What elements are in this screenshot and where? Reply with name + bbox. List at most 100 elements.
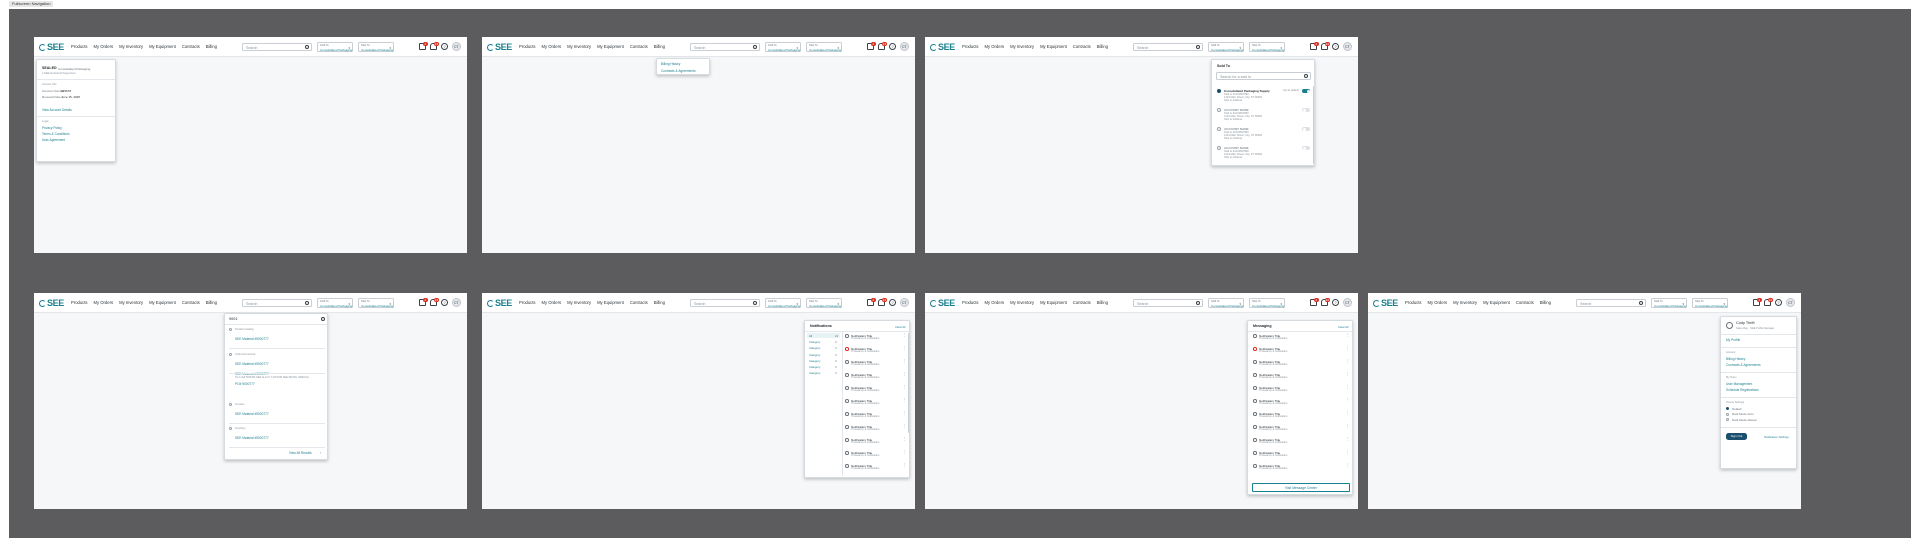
- result-link[interactable]: PO# 9000777: [235, 382, 255, 386]
- view-all-results-link[interactable]: View All Results: [289, 451, 312, 455]
- account-radio[interactable]: [1217, 146, 1221, 150]
- bell-icon[interactable]: 24: [1321, 41, 1330, 50]
- default-toggle[interactable]: [1302, 146, 1310, 150]
- account-selector[interactable]: Sold To Consolidated Packaging ▾: [1208, 298, 1244, 308]
- scrollbar[interactable]: [908, 333, 909, 433]
- more-options-icon[interactable]: ⋮: [903, 411, 907, 415]
- help-icon[interactable]: ?: [441, 43, 448, 50]
- more-options-icon[interactable]: ⋮: [903, 450, 907, 454]
- nav-item[interactable]: Billing: [1540, 299, 1551, 307]
- nav-item[interactable]: Products: [71, 299, 88, 307]
- global-search-input[interactable]: Search: [1133, 43, 1203, 51]
- more-options-icon[interactable]: ⋮: [903, 372, 907, 376]
- result-link[interactable]: SEE Material #9000777: [235, 436, 269, 440]
- account-selector[interactable]: Ship To Consolidated Packaging ▾: [1249, 42, 1285, 52]
- notification-filter[interactable]: Category: [809, 365, 820, 369]
- brand-logo[interactable]: SEE: [487, 42, 512, 52]
- default-toggle[interactable]: [1302, 108, 1310, 112]
- team-link[interactable]: User Management: [1726, 382, 1752, 386]
- account-selector[interactable]: Ship To Consolidated Packaging ▾: [806, 298, 842, 308]
- global-search-input[interactable]: Search: [242, 299, 312, 307]
- cart-icon[interactable]: 4: [419, 297, 428, 306]
- nav-item[interactable]: Billing: [206, 43, 217, 51]
- nav-item[interactable]: Contracts: [1516, 299, 1534, 307]
- default-toggle[interactable]: [1302, 127, 1310, 131]
- visit-message-center-button[interactable]: Visit Message Center: [1252, 483, 1350, 492]
- nav-item[interactable]: My Orders: [985, 299, 1005, 307]
- brand-logo[interactable]: SEE: [39, 298, 64, 308]
- clear-all-link[interactable]: Clear All: [1338, 325, 1348, 329]
- more-options-icon[interactable]: ⋮: [903, 333, 907, 337]
- more-options-icon[interactable]: ⋮: [1346, 372, 1350, 376]
- cart-icon[interactable]: 4: [1310, 41, 1319, 50]
- nav-item[interactable]: My Orders: [94, 43, 114, 51]
- nav-item[interactable]: My Inventory: [119, 43, 143, 51]
- bell-icon[interactable]: 24: [430, 41, 439, 50]
- avatar[interactable]: CT: [452, 42, 461, 51]
- nav-item[interactable]: Products: [519, 43, 536, 51]
- nav-item[interactable]: Products: [1405, 299, 1422, 307]
- account-selector[interactable]: Ship To Consolidated Packaging ▾: [358, 298, 394, 308]
- bell-icon[interactable]: 24: [878, 41, 887, 50]
- account-selector[interactable]: Sold To Consolidated Packaging ▾: [765, 42, 801, 52]
- more-options-icon[interactable]: ⋮: [903, 398, 907, 402]
- help-icon[interactable]: ?: [1332, 43, 1339, 50]
- avatar[interactable]: CT: [1343, 42, 1352, 51]
- more-options-icon[interactable]: ⋮: [1346, 437, 1350, 441]
- account-radio[interactable]: [1217, 127, 1221, 131]
- nav-item[interactable]: Contracts: [182, 43, 200, 51]
- avatar[interactable]: CT: [900, 42, 909, 51]
- nav-item[interactable]: Products: [519, 299, 536, 307]
- brand-logo[interactable]: SEE: [930, 298, 955, 308]
- theme-radio[interactable]: [1726, 407, 1730, 411]
- more-options-icon[interactable]: ⋮: [1346, 463, 1350, 467]
- more-options-icon[interactable]: ⋮: [903, 437, 907, 441]
- billing-menu-item[interactable]: Contracts & Agreements: [661, 69, 696, 73]
- help-icon[interactable]: ?: [1775, 299, 1782, 306]
- nav-item[interactable]: Products: [962, 299, 979, 307]
- bell-icon[interactable]: 24: [878, 297, 887, 306]
- nav-item[interactable]: My Inventory: [567, 43, 591, 51]
- nav-item[interactable]: Billing: [654, 299, 665, 307]
- nav-item[interactable]: My Inventory: [1453, 299, 1477, 307]
- account-link[interactable]: Contracts & Agreements: [1726, 363, 1761, 367]
- notification-filter[interactable]: Category: [809, 353, 820, 357]
- nav-item[interactable]: My Equipment: [1040, 299, 1067, 307]
- account-selector[interactable]: Ship To Consolidated Packaging ▾: [1692, 298, 1728, 308]
- account-link[interactable]: Billing History: [1726, 357, 1745, 361]
- nav-item[interactable]: Billing: [654, 43, 665, 51]
- legal-link[interactable]: User Agreement: [42, 138, 65, 142]
- notification-filter[interactable]: Category: [809, 346, 820, 350]
- nav-item[interactable]: My Inventory: [567, 299, 591, 307]
- bell-icon[interactable]: 24: [430, 297, 439, 306]
- avatar[interactable]: CT: [900, 298, 909, 307]
- notification-filter[interactable]: Category: [809, 340, 820, 344]
- nav-item[interactable]: My Orders: [1428, 299, 1448, 307]
- nav-item[interactable]: My Inventory: [119, 299, 143, 307]
- more-options-icon[interactable]: ⋮: [903, 463, 907, 467]
- more-options-icon[interactable]: ⋮: [1346, 359, 1350, 363]
- nav-item[interactable]: Contracts: [182, 299, 200, 307]
- nav-item[interactable]: Billing: [206, 299, 217, 307]
- nav-item[interactable]: My Orders: [94, 299, 114, 307]
- global-search-input[interactable]: Search: [690, 43, 760, 51]
- avatar[interactable]: CT: [1343, 298, 1352, 307]
- cart-icon[interactable]: 4: [419, 41, 428, 50]
- more-options-icon[interactable]: ⋮: [1346, 346, 1350, 350]
- account-selector[interactable]: Ship To Consolidated Packaging ▾: [1249, 298, 1285, 308]
- legal-link[interactable]: Privacy Policy: [42, 126, 62, 130]
- nav-item[interactable]: My Inventory: [1010, 43, 1034, 51]
- sold-to-search-input[interactable]: Search for a sold to: [1216, 72, 1311, 80]
- sign-out-button[interactable]: Sign Out: [1726, 433, 1747, 440]
- nav-item[interactable]: My Equipment: [1483, 299, 1510, 307]
- billing-menu-item[interactable]: Billing History: [661, 62, 680, 66]
- nav-item[interactable]: My Inventory: [1010, 299, 1034, 307]
- view-account-link[interactable]: View Account Details: [42, 108, 72, 112]
- nav-item[interactable]: My Equipment: [1040, 43, 1067, 51]
- nav-item[interactable]: Contracts: [630, 299, 648, 307]
- result-link[interactable]: SEE Material #9000777: [235, 412, 269, 416]
- more-options-icon[interactable]: ⋮: [903, 359, 907, 363]
- cart-icon[interactable]: 4: [1310, 297, 1319, 306]
- nav-item[interactable]: Billing: [1097, 43, 1108, 51]
- nav-item[interactable]: My Equipment: [597, 43, 624, 51]
